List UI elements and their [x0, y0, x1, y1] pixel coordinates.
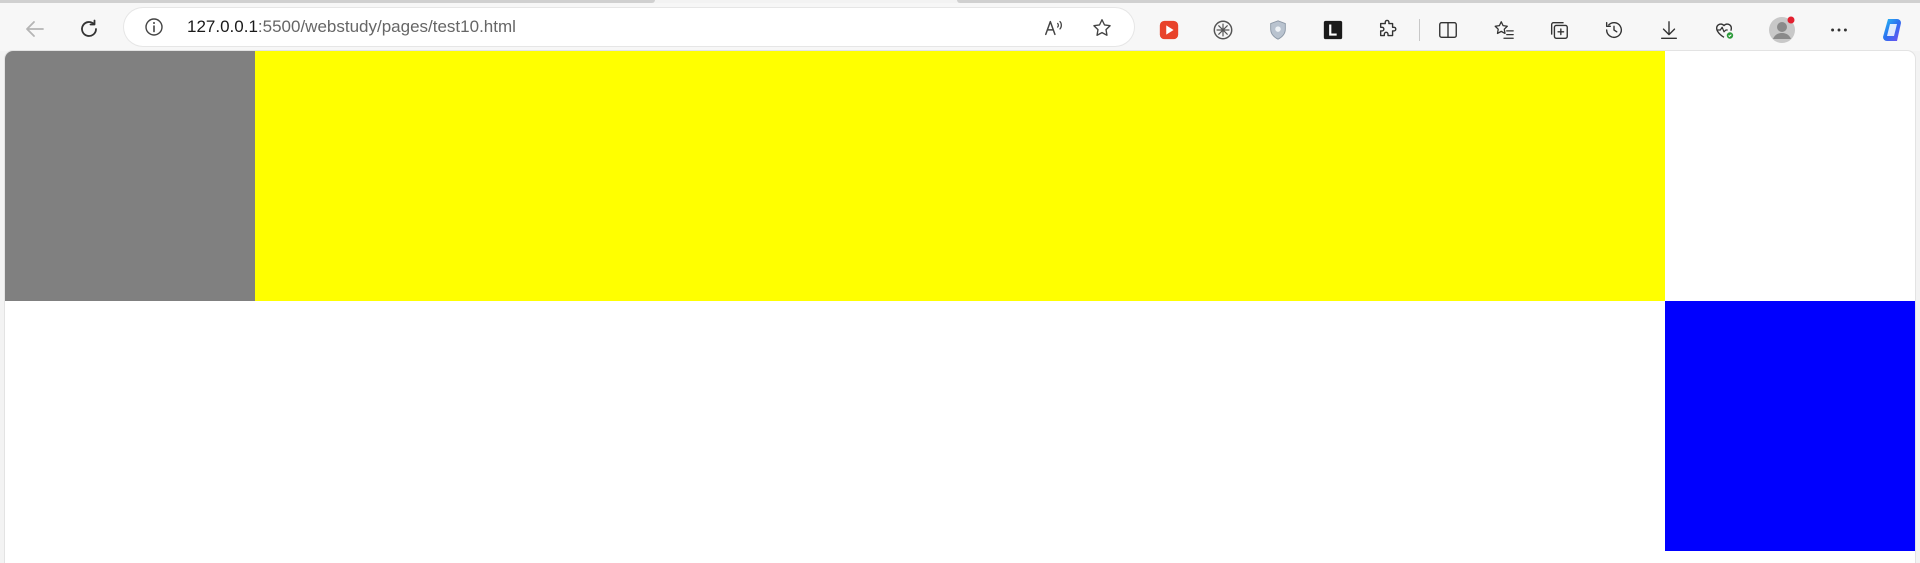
downloads-icon — [1660, 21, 1678, 39]
back-icon — [26, 21, 44, 37]
back-button[interactable] — [17, 11, 53, 47]
extensions-puzzle-icon — [1379, 19, 1397, 37]
gray-box — [5, 51, 255, 301]
favorites-button[interactable] — [1490, 16, 1518, 44]
split-screen-icon — [1439, 21, 1457, 39]
copilot-button[interactable] — [1879, 16, 1907, 44]
blue-box — [1665, 301, 1915, 551]
read-aloud-button[interactable] — [1042, 16, 1066, 40]
l-extension-icon — [1323, 20, 1343, 40]
ai-extension-icon — [1213, 20, 1233, 40]
profile-button[interactable] — [1768, 16, 1796, 44]
collections-icon — [1550, 21, 1568, 39]
favorite-button[interactable] — [1090, 16, 1114, 40]
site-info-icon[interactable] — [144, 17, 164, 37]
shield-extension-icon — [1270, 20, 1286, 40]
history-button[interactable] — [1600, 16, 1628, 44]
video-extension-icon — [1159, 20, 1179, 40]
browser-toolbar: 127.0.0.1:5500/webstudy/pages/test10.htm… — [0, 3, 1920, 51]
browser-window: 127.0.0.1:5500/webstudy/pages/test10.htm… — [0, 0, 1920, 563]
favorites-icon — [1494, 21, 1514, 39]
yellow-box — [255, 51, 1665, 301]
split-screen-button[interactable] — [1434, 16, 1462, 44]
extensions-button[interactable] — [1374, 16, 1402, 44]
url-path: :5500/webstudy/pages/test10.html — [257, 17, 516, 36]
favorite-star-icon — [1093, 19, 1111, 36]
toolbar-divider — [1419, 19, 1420, 41]
url-host: 127.0.0.1 — [187, 17, 258, 36]
more-options-button[interactable] — [1825, 16, 1853, 44]
browser-essentials-icon — [1715, 23, 1734, 39]
read-aloud-icon — [1045, 20, 1062, 36]
shield-extension-button[interactable] — [1264, 16, 1292, 44]
ai-extension-button[interactable] — [1209, 16, 1237, 44]
browser-essentials-button[interactable] — [1710, 16, 1738, 44]
l-extension-button[interactable] — [1319, 16, 1347, 44]
address-bar[interactable]: 127.0.0.1:5500/webstudy/pages/test10.htm… — [124, 8, 1134, 46]
downloads-button[interactable] — [1655, 16, 1683, 44]
copilot-icon — [1883, 19, 1901, 41]
collections-button[interactable] — [1545, 16, 1573, 44]
profile-avatar — [1769, 16, 1795, 43]
page-viewport — [5, 51, 1915, 563]
video-extension-button[interactable] — [1155, 16, 1183, 44]
refresh-icon — [81, 19, 97, 37]
more-options-icon — [1831, 28, 1847, 32]
url-text[interactable]: 127.0.0.1:5500/webstudy/pages/test10.htm… — [187, 17, 516, 37]
refresh-button[interactable] — [71, 11, 107, 47]
history-icon — [1605, 21, 1622, 39]
